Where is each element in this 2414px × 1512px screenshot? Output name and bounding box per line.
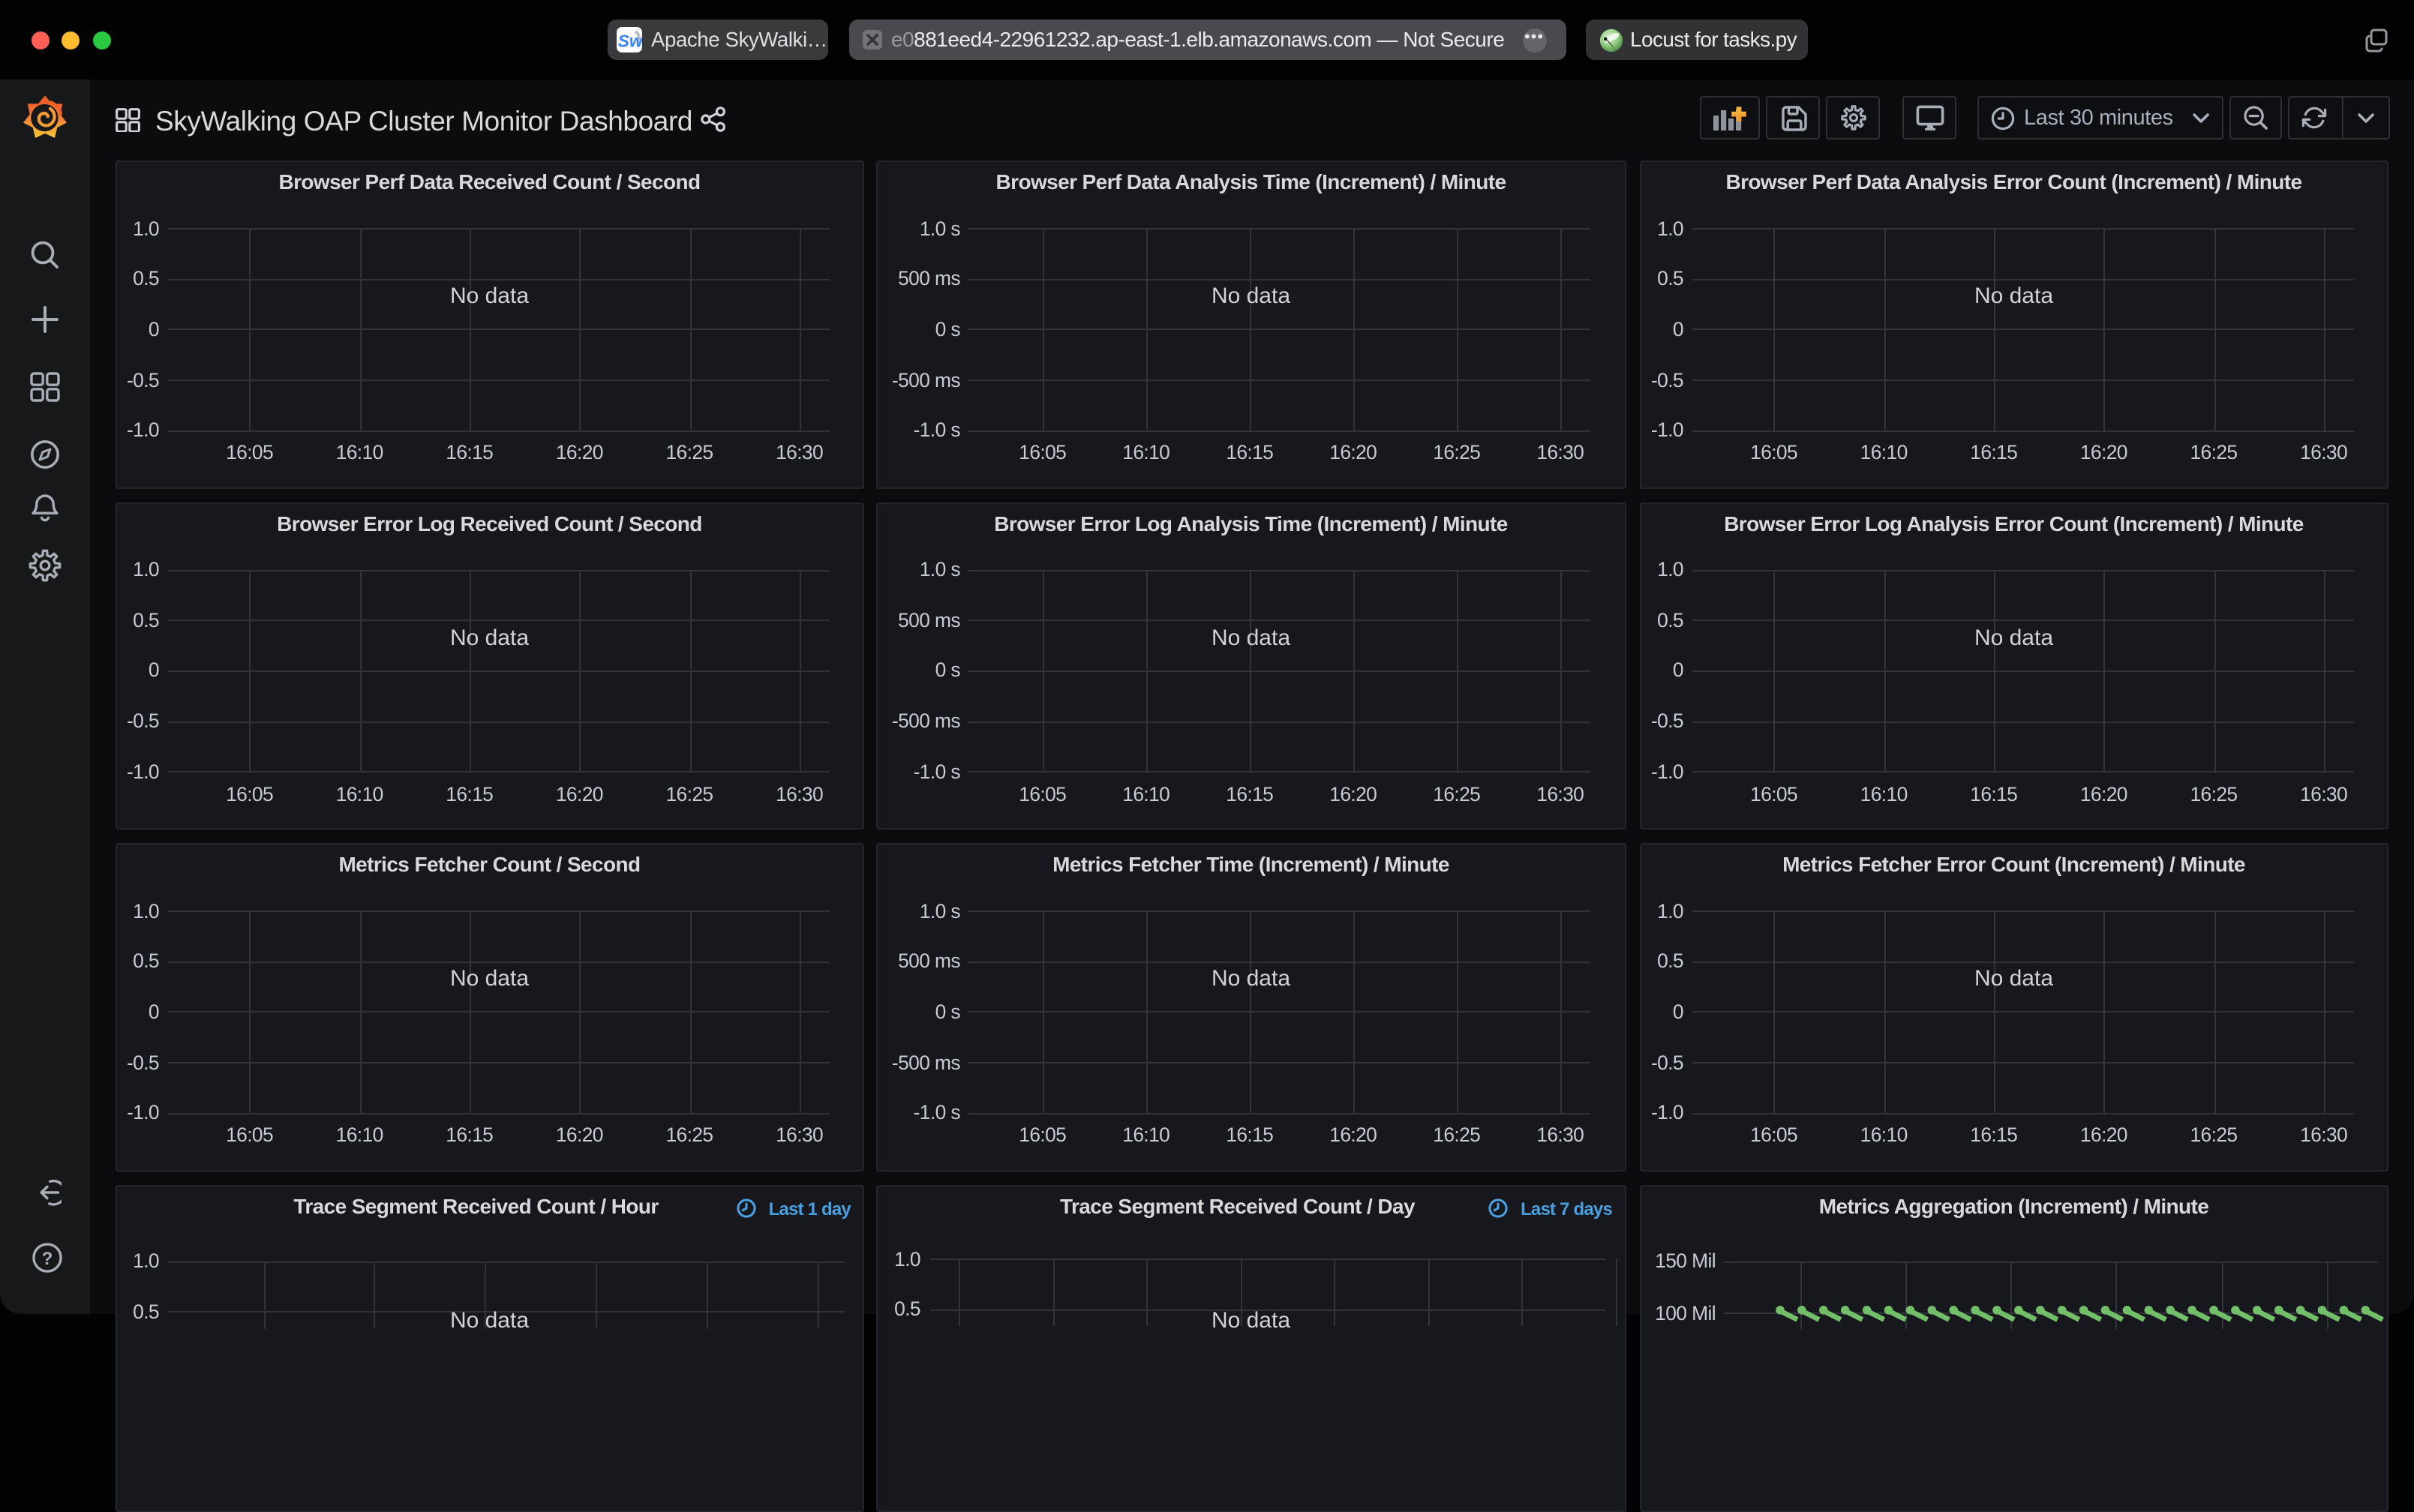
svg-text:?: ? (41, 1248, 53, 1268)
svg-text:Sw: Sw (618, 30, 642, 50)
